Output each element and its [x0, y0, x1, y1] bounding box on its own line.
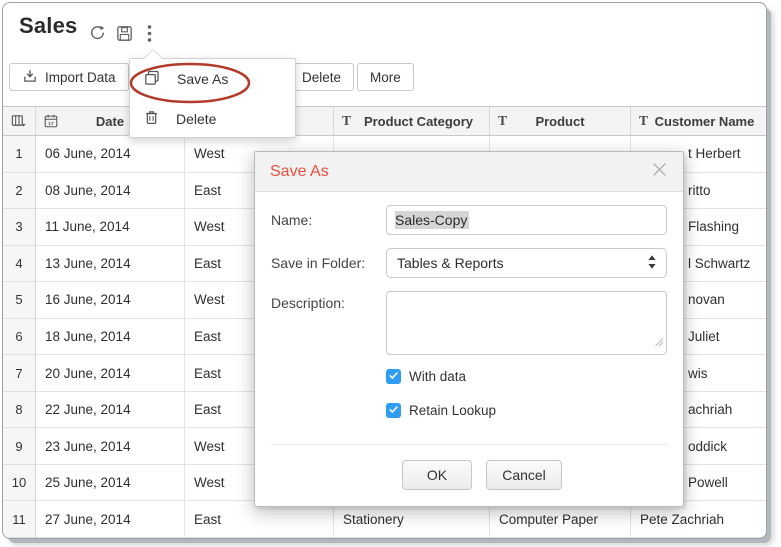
name-label: Name: — [271, 205, 386, 228]
row-number: 3 — [3, 209, 36, 246]
dialog-divider — [271, 444, 667, 445]
folder-select-value: Tables & Reports — [397, 255, 504, 271]
save-in-folder-label: Save in Folder: — [271, 248, 386, 271]
row-number: 7 — [3, 355, 36, 392]
context-menu: Save As Delete — [129, 58, 296, 138]
save-button[interactable] — [114, 23, 134, 43]
menu-save-as-label: Save As — [177, 71, 228, 87]
header-product-category-label: Product Category — [350, 114, 473, 129]
retain-lookup-checkbox-row[interactable]: Retain Lookup — [386, 403, 667, 418]
name-input-value: Sales-Copy — [395, 211, 469, 229]
close-button[interactable] — [650, 163, 668, 181]
checkmark-icon — [388, 368, 399, 386]
table-columns-icon — [10, 113, 27, 130]
delete-button[interactable]: Delete — [289, 63, 354, 91]
row-number: 4 — [3, 246, 36, 283]
more-options-button[interactable] — [142, 23, 156, 43]
text-type-icon: T — [342, 113, 351, 129]
cell-date[interactable]: 25 June, 2014 — [36, 465, 185, 502]
text-type-icon: T — [639, 113, 648, 129]
kebab-menu-icon — [147, 24, 152, 43]
copy-icon — [143, 69, 161, 90]
row-number: 9 — [3, 428, 36, 465]
cell-date[interactable]: 06 June, 2014 — [36, 136, 185, 173]
description-textarea[interactable] — [386, 291, 667, 355]
row-number: 10 — [3, 465, 36, 502]
cell-date[interactable]: 11 June, 2014 — [36, 209, 185, 246]
cell-date[interactable]: 20 June, 2014 — [36, 355, 185, 392]
delete-label: Delete — [302, 70, 341, 85]
folder-select[interactable]: Tables & Reports — [386, 248, 667, 278]
retain-lookup-checkbox[interactable] — [386, 403, 401, 418]
row-number: 6 — [3, 319, 36, 356]
trash-icon — [143, 109, 160, 129]
retain-lookup-label: Retain Lookup — [409, 403, 496, 418]
screenshot-stage: Sales — [0, 0, 781, 547]
cell-date[interactable]: 27 June, 2014 — [36, 501, 185, 538]
dialog-body: Name: Sales-Copy Save in Folder: Tables … — [255, 192, 683, 490]
description-label: Description: — [271, 291, 386, 311]
import-data-button[interactable]: Import Data — [9, 63, 129, 91]
refresh-button[interactable] — [87, 23, 107, 43]
name-input[interactable]: Sales-Copy — [386, 205, 667, 235]
app-window: Sales — [2, 2, 767, 539]
with-data-checkbox-row[interactable]: With data — [386, 369, 667, 384]
cancel-button[interactable]: Cancel — [486, 460, 562, 490]
cell-date[interactable]: 22 June, 2014 — [36, 392, 185, 429]
save-as-dialog: Save As Name: Sales-Copy — [254, 151, 684, 507]
row-number: 8 — [3, 392, 36, 429]
text-type-icon: T — [498, 113, 507, 129]
header-customer-name-label: Customer Name — [645, 114, 755, 129]
row-number: 2 — [3, 173, 36, 210]
header-product[interactable]: T Product — [490, 107, 631, 135]
refresh-icon — [88, 24, 107, 43]
page-title: Sales — [19, 13, 78, 39]
cell-date[interactable]: 13 June, 2014 — [36, 246, 185, 283]
svg-text:17: 17 — [48, 121, 54, 127]
import-icon — [22, 68, 38, 87]
menu-item-delete[interactable]: Delete — [130, 99, 295, 139]
header-product-category[interactable]: T Product Category — [334, 107, 490, 135]
import-data-label: Import Data — [45, 70, 116, 85]
more-button[interactable]: More — [357, 63, 414, 91]
menu-delete-label: Delete — [176, 111, 216, 127]
with-data-label: With data — [409, 369, 466, 384]
cell-date[interactable]: 18 June, 2014 — [36, 319, 185, 356]
with-data-checkbox[interactable] — [386, 369, 401, 384]
select-stepper-icon — [647, 254, 657, 273]
checkmark-icon — [388, 402, 399, 420]
cell-date[interactable]: 08 June, 2014 — [36, 173, 185, 210]
header-date-label: Date — [96, 114, 124, 129]
header-row-selector[interactable] — [3, 107, 36, 135]
close-icon — [651, 161, 668, 183]
row-number: 1 — [3, 136, 36, 173]
dialog-header: Save As — [255, 152, 683, 192]
header-customer-name[interactable]: T Customer Name — [631, 107, 767, 135]
more-label: More — [370, 70, 401, 85]
menu-item-save-as[interactable]: Save As — [130, 59, 295, 99]
ok-button[interactable]: OK — [402, 460, 472, 490]
row-number: 5 — [3, 282, 36, 319]
resize-handle-icon[interactable] — [654, 334, 664, 352]
cell-date[interactable]: 16 June, 2014 — [36, 282, 185, 319]
cell-date[interactable]: 23 June, 2014 — [36, 428, 185, 465]
calendar-icon: 17 — [43, 113, 59, 129]
table-header-row: 17 Date T Product Category T Product T C… — [3, 106, 767, 136]
save-icon — [115, 24, 134, 43]
header-product-label: Product — [535, 114, 584, 129]
row-number: 11 — [3, 501, 36, 538]
dialog-title: Save As — [270, 163, 329, 181]
